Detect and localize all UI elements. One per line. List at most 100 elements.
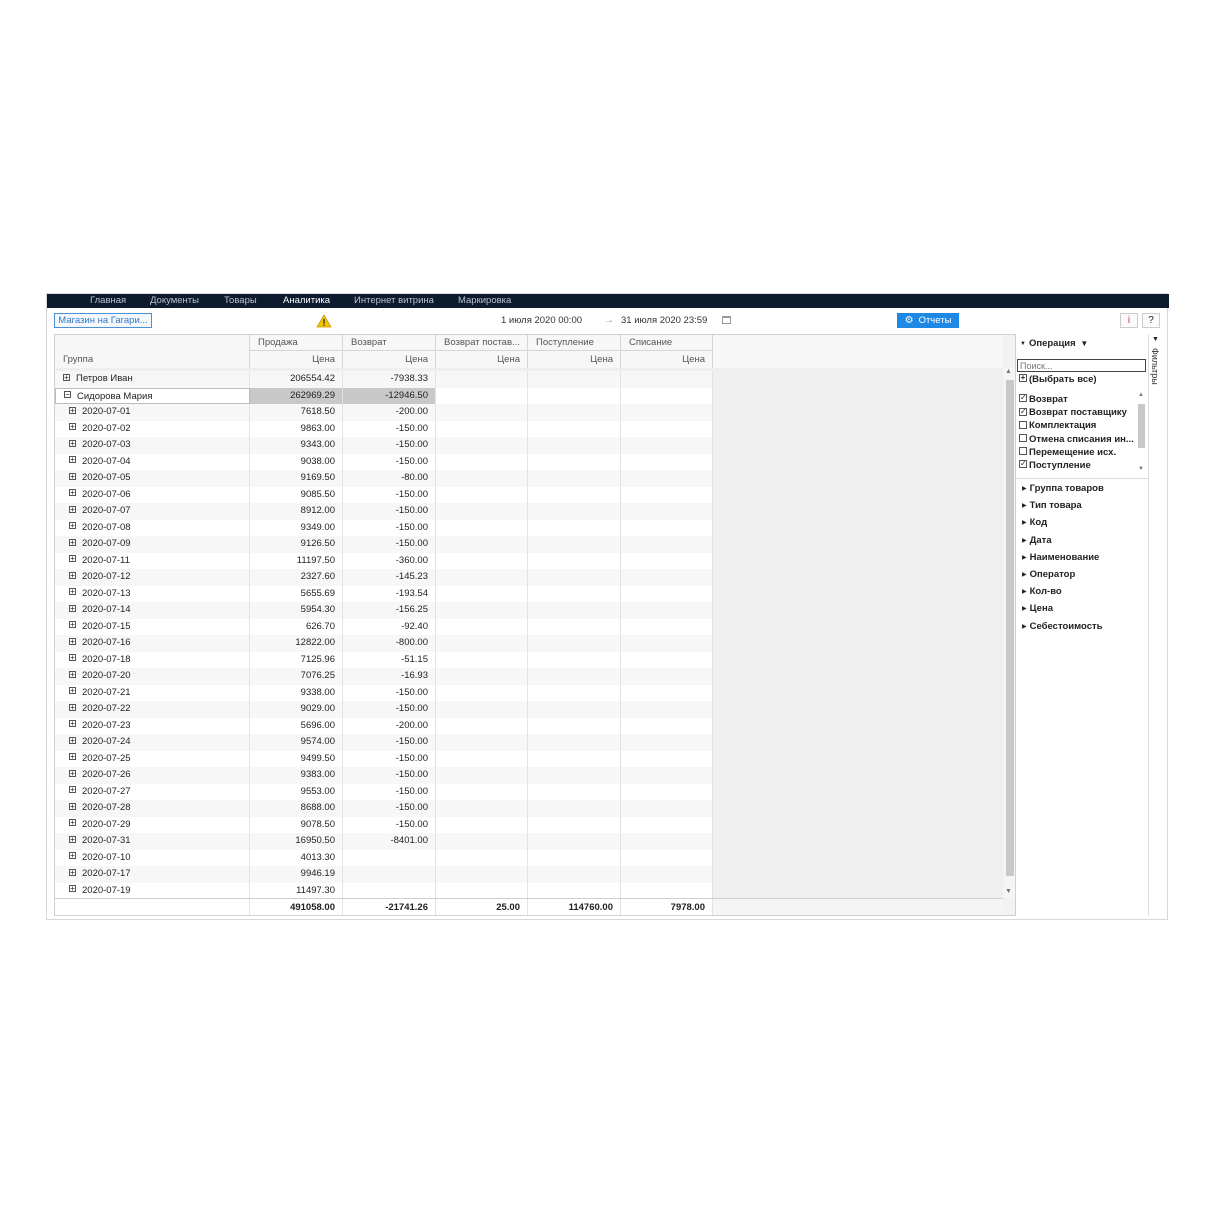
grid-vertical-scrollbar[interactable]: ▲ ▼ [1004,368,1015,898]
expand-icon[interactable]: + [69,868,76,876]
filter-option[interactable]: Комплектация [1019,419,1137,432]
table-row[interactable]: +2020-07-06 9085.50 -150.00 [55,486,713,503]
header-column-3[interactable]: Поступление [528,335,621,351]
table-row[interactable]: +2020-07-20 7076.25 -16.93 [55,668,713,685]
filter-option[interactable]: ✓ Поступление [1019,459,1137,472]
table-row[interactable]: +2020-07-29 9078.50 -150.00 [55,816,713,833]
header-column-4[interactable]: Списание [621,335,713,351]
table-row[interactable]: +2020-07-01 7618.50 -200.00 [55,404,713,421]
date-to-field[interactable]: 31 июля 2020 23:59 [621,313,707,328]
table-row[interactable]: +2020-07-15 626.70 -92.40 [55,618,713,635]
filters-tab-label[interactable]: Фильтры [1150,348,1160,385]
table-row[interactable]: +2020-07-07 8912.00 -150.00 [55,503,713,520]
table-row[interactable]: +2020-07-18 7125.96 -51.15 [55,651,713,668]
header-subcolumn-0[interactable]: Цена [250,351,343,368]
header-subcolumn-4[interactable]: Цена [621,351,713,368]
expand-icon[interactable]: + [69,406,76,414]
nav-item-analytics[interactable]: Аналитика [283,294,330,308]
reports-button[interactable]: ⚙ Отчеты [897,313,959,328]
expand-icon[interactable]: + [69,489,76,497]
table-row[interactable]: +2020-07-31 16950.50 -8401.00 [55,833,713,850]
expand-icon[interactable]: + [69,687,76,695]
table-row[interactable]: + Петров Иван 206554.42 -7938.33 [55,371,713,388]
expand-icon[interactable]: + [69,819,76,827]
expand-icon[interactable]: + [69,555,76,563]
expand-icon[interactable]: + [69,786,76,794]
checkbox-checked-icon[interactable]: ✓ [1019,460,1027,469]
nav-item-home[interactable]: Главная [90,294,126,308]
header-subcolumn-3[interactable]: Цена [528,351,621,368]
filter-option[interactable]: Перемещение исх. [1019,446,1137,459]
scroll-up-arrow-icon[interactable]: ▲ [1005,368,1012,375]
table-row[interactable]: +2020-07-09 9126.50 -150.00 [55,536,713,553]
expand-icon[interactable]: + [69,637,76,645]
table-row[interactable]: +2020-07-28 8688.00 -150.00 [55,800,713,817]
expand-icon[interactable]: + [69,588,76,596]
collapsed-filter[interactable]: ▶ Себестоимость [1022,618,1102,635]
table-row[interactable]: +2020-07-26 9383.00 -150.00 [55,767,713,784]
header-group[interactable]: Группа [55,335,250,368]
table-row[interactable]: +2020-07-22 9029.00 -150.00 [55,701,713,718]
checkbox-unchecked-icon[interactable] [1019,420,1027,429]
expand-icon[interactable]: + [69,753,76,761]
date-from-field[interactable]: 1 июля 2020 00:00 [501,313,582,328]
checkbox-unchecked-icon[interactable] [1019,447,1027,456]
filter-option[interactable]: Отмена списания ин... [1019,433,1137,446]
collapse-icon[interactable]: − [64,391,71,399]
scroll-down-arrow-icon[interactable]: ▼ [1005,888,1012,895]
list-scroll-down-icon[interactable]: ▼ [1138,466,1144,472]
filter-search-input[interactable] [1017,359,1146,372]
expand-icon[interactable]: + [69,670,76,678]
table-row[interactable]: +2020-07-10 4013.30 [55,849,713,866]
expand-icon[interactable]: + [69,472,76,480]
filters-side-tab[interactable]: ▼ Фильтры [1148,334,1163,916]
nav-item-marking[interactable]: Маркировка [458,294,511,308]
table-row[interactable]: +2020-07-17 9946.19 [55,866,713,883]
expand-icon[interactable]: + [69,505,76,513]
expand-icon[interactable]: + [69,538,76,546]
collapsed-filter[interactable]: ▶ Кол-во [1022,583,1062,600]
collapsed-filter[interactable]: ▶ Код [1022,514,1047,531]
warning-icon[interactable] [316,314,332,328]
expand-icon[interactable]: + [69,654,76,662]
expand-icon[interactable]: + [69,802,76,810]
expand-icon[interactable]: + [69,522,76,530]
table-row[interactable]: +2020-07-11 11197.50 -360.00 [55,552,713,569]
expand-icon[interactable]: + [69,621,76,629]
expand-icon[interactable]: + [69,423,76,431]
help-button[interactable]: ? [1142,313,1160,328]
collapsed-filter[interactable]: ▶ Группа товаров [1022,480,1104,497]
filter-option[interactable]: ✓ Возврат [1019,393,1137,406]
header-column-0[interactable]: Продажа [250,335,343,351]
header-column-1[interactable]: Возврат [343,335,436,351]
table-row[interactable]: +2020-07-16 12822.00 -800.00 [55,635,713,652]
checkbox-unchecked-icon[interactable] [1019,434,1027,443]
nav-item-online-store[interactable]: Интернет витрина [354,294,434,308]
collapsed-filter[interactable]: ▶ Наименование [1022,549,1099,566]
table-row[interactable]: +2020-07-08 9349.00 -150.00 [55,519,713,536]
collapsed-filter[interactable]: ▶ Дата [1022,532,1052,549]
info-button[interactable]: i [1120,313,1138,328]
expand-icon[interactable]: + [69,769,76,777]
expand-icon[interactable]: + [63,373,70,381]
filter-list-scrollbar[interactable]: ▲ ▼ [1137,392,1146,474]
expand-icon[interactable]: + [69,736,76,744]
checkbox-checked-icon[interactable]: ✓ [1019,407,1027,416]
expand-icon[interactable]: + [69,604,76,612]
collapsed-filter[interactable]: ▶ Тип товара [1022,497,1082,514]
table-row[interactable]: +2020-07-03 9343.00 -150.00 [55,437,713,454]
list-scroll-thumb[interactable] [1138,404,1145,448]
table-row[interactable]: +2020-07-02 9863.00 -150.00 [55,420,713,437]
table-row[interactable]: +2020-07-27 9553.00 -150.00 [55,783,713,800]
table-row[interactable]: +2020-07-05 9169.50 -80.00 [55,470,713,487]
collapsed-filter[interactable]: ▶ Цена [1022,600,1053,617]
table-row[interactable]: +2020-07-21 9338.00 -150.00 [55,684,713,701]
expand-icon[interactable]: + [69,885,76,893]
store-selector-button[interactable]: Магазин на Гагари... [54,313,152,328]
table-row[interactable]: +2020-07-12 2327.60 -145.23 [55,569,713,586]
header-column-2[interactable]: Возврат постав... [436,335,528,351]
scroll-thumb[interactable] [1006,380,1014,876]
expand-icon[interactable]: + [69,835,76,843]
expand-icon[interactable]: + [69,571,76,579]
nav-item-documents[interactable]: Документы [150,294,199,308]
